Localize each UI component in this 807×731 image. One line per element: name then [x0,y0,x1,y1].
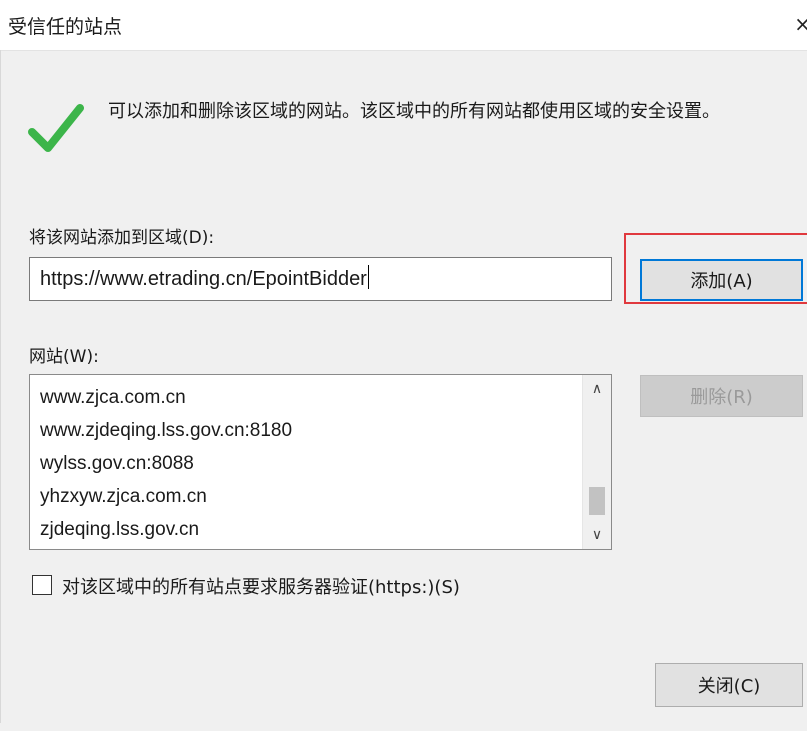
remove-button[interactable]: 删除(R) [640,375,803,417]
text-caret [367,265,369,289]
require-https-label[interactable]: 对该区域中的所有站点要求服务器验证(https:)(S) [62,573,460,599]
list-item[interactable]: zjdeqing.lss.gov.cn [40,513,292,546]
websites-label: 网站(W): [29,347,99,367]
add-button[interactable]: 添加(A) [640,259,803,301]
window-title: 受信任的站点 [8,16,123,38]
title-bar: 受信任的站点 × [0,0,807,51]
url-input[interactable]: https://www.etrading.cn/EpointBidder [29,257,612,301]
scroll-thumb[interactable] [589,487,605,515]
checkmark-icon [28,104,84,152]
add-site-label: 将该网站添加到区域(D): [29,228,215,248]
scroll-down-icon[interactable]: ∨ [583,521,611,549]
list-item[interactable]: wylss.gov.cn:8088 [40,447,292,480]
close-icon[interactable]: × [794,12,807,36]
scroll-up-icon[interactable]: ∧ [583,375,611,403]
info-text: 可以添加和删除该区域的网站。该区域中的所有网站都使用区域的安全设置。 [108,101,720,122]
list-item[interactable]: yhzxyw.zjca.com.cn [40,480,292,513]
window-border [0,50,1,731]
require-https-checkbox[interactable] [32,575,52,595]
list-item[interactable]: www.zjdeqing.lss.gov.cn:8180 [40,414,292,447]
list-scrollbar[interactable]: ∧ ∨ [582,375,611,549]
url-input-value: https://www.etrading.cn/EpointBidder [40,268,367,290]
list-item[interactable]: www.zjca.com.cn [40,381,292,414]
window-bottom-edge [0,723,807,731]
websites-list[interactable]: www.zjca.com.cn www.zjdeqing.lss.gov.cn:… [29,374,612,550]
close-button[interactable]: 关闭(C) [655,663,803,707]
